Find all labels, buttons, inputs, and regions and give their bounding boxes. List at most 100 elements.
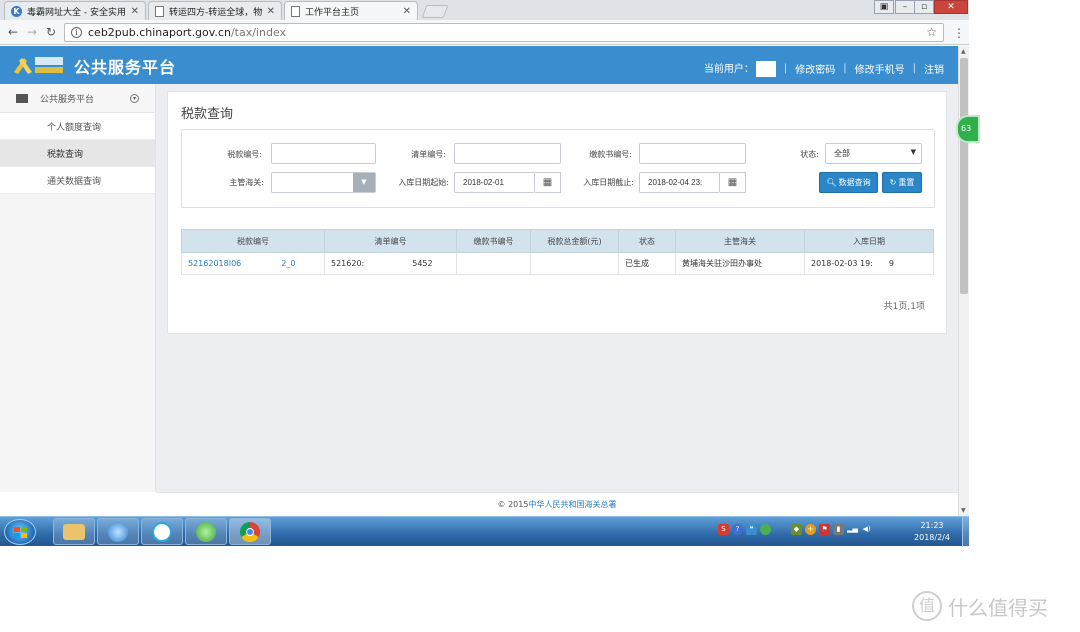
column-header[interactable]: 入库日期	[804, 229, 934, 253]
taskbar-file-explorer[interactable]	[53, 518, 95, 545]
logout-link[interactable]: 注销	[924, 61, 944, 76]
security-tray-icon[interactable]: +	[805, 524, 816, 535]
column-header[interactable]: 主管海关	[675, 229, 805, 253]
search-icon: 🔍︎	[826, 178, 837, 187]
browser-tab-1[interactable]: K 毒霸网址大全 - 安全实用 ✕	[4, 1, 146, 20]
sidebar-item-personal-quota[interactable]: 个人额度查询	[0, 113, 155, 140]
reset-button[interactable]: ↻ 重置	[882, 172, 922, 193]
clock-date: 2018/2/4	[914, 533, 950, 542]
taskbar-cloud-app[interactable]	[141, 518, 183, 545]
status-select[interactable]: 全部 ▼	[825, 143, 922, 164]
floating-speed-badge[interactable]: 63	[956, 115, 980, 143]
dropdown-arrow-icon[interactable]: ▼	[353, 173, 375, 192]
tax-no-input[interactable]	[271, 143, 376, 164]
tab-close-icon[interactable]: ✕	[131, 6, 139, 17]
tax-query-panel: 税款查询 税款编号: 清单编号: 缴款书编号: 状态: 全部 ▼ 主管海关: ▼…	[167, 91, 947, 334]
taskbar-chrome[interactable]	[229, 518, 271, 545]
sidebar-section-public-service[interactable]: 公共服务平台 ▾	[0, 84, 155, 113]
column-header[interactable]: 缴款书编号	[456, 229, 531, 253]
device-tray-icon[interactable]: ▮	[833, 524, 844, 535]
url-input[interactable]: i ceb2pub.chinaport.gov.cn/tax/index ☆	[64, 23, 944, 42]
list-no-label: 清单编号:	[411, 150, 446, 159]
sidebar-item-label: 税款查询	[47, 149, 84, 160]
smzdm-watermark: 值 什么值得买	[912, 591, 1048, 621]
antivirus-tray-icon[interactable]: S	[718, 524, 729, 535]
list-no-cell: 521620: 5452	[324, 252, 457, 275]
change-password-link[interactable]: 修改密码	[795, 61, 835, 76]
start-button[interactable]	[4, 519, 36, 545]
scrollbar-thumb[interactable]	[960, 58, 968, 294]
app-tray-icon[interactable]	[760, 524, 771, 535]
customs-label: 主管海关:	[229, 178, 264, 187]
scroll-down-icon[interactable]: ▼	[961, 507, 966, 514]
status-selected-value: 全部	[834, 149, 850, 158]
list-no-input[interactable]	[454, 143, 561, 164]
windows-taskbar: S ? ❝ ◆ + ⚑ ▮ ▂▄ ◀) 21:23 2018/2/4	[0, 516, 969, 547]
back-icon[interactable]: ←	[8, 25, 18, 39]
shield-tray-icon[interactable]: ◆	[791, 524, 802, 535]
column-header[interactable]: 清单编号	[324, 229, 457, 253]
scroll-up-icon[interactable]: ▲	[961, 48, 966, 55]
address-bar: ← → ↻ i ceb2pub.chinaport.gov.cn/tax/ind…	[0, 20, 969, 45]
show-desktop-button[interactable]	[962, 517, 969, 547]
status-label: 状态:	[800, 150, 819, 159]
payment-no-label: 缴款书编号:	[589, 150, 632, 159]
windows-logo-icon	[14, 527, 27, 538]
copyright-text: © 2015	[497, 500, 529, 509]
window-close-button[interactable]: ✕	[934, 0, 968, 14]
date-cell: 2018-02-03 19: 9	[804, 252, 934, 275]
volume-icon[interactable]: ◀)	[861, 524, 872, 535]
date-to-input[interactable]	[639, 172, 720, 193]
customs-select[interactable]: ▼	[271, 172, 376, 193]
url-host: ceb2pub.chinaport.gov.cn	[88, 26, 231, 39]
system-clock[interactable]: 21:23 2018/2/4	[908, 520, 956, 544]
search-form: 税款编号: 清单编号: 缴款书编号: 状态: 全部 ▼ 主管海关: ▼ 入库日期…	[181, 129, 935, 208]
page-title: 税款查询	[181, 107, 234, 122]
column-header[interactable]: 状态	[618, 229, 676, 253]
refresh-icon: ↻	[889, 178, 897, 187]
minimize-button[interactable]: –	[895, 0, 915, 14]
current-user-label: 当前用户：	[704, 60, 776, 77]
bookmark-star-icon[interactable]: ☆	[926, 25, 937, 39]
reload-icon[interactable]: ↻	[46, 25, 56, 39]
payment-no-input[interactable]	[639, 143, 746, 164]
payment-no-cell	[456, 252, 531, 275]
sidebar-item-customs-data[interactable]: 通关数据查询	[0, 167, 155, 194]
main-content: 税款查询 税款编号: 清单编号: 缴款书编号: 状态: 全部 ▼ 主管海关: ▼…	[156, 84, 958, 492]
search-button[interactable]: 🔍︎ 数据查询	[819, 172, 878, 193]
customs-org-link[interactable]: 中华人民共和国海关总署	[528, 500, 616, 509]
browser-menu-icon[interactable]: ⋮	[953, 26, 965, 40]
taskbar-green-app[interactable]	[185, 518, 227, 545]
flag-tray-icon[interactable]: ⚑	[819, 524, 830, 535]
sidebar-item-tax-query[interactable]: 税款查询	[0, 140, 155, 167]
date-from-label: 入库日期起始:	[398, 178, 449, 187]
page-favicon-icon	[291, 5, 300, 17]
calendar-icon[interactable]: ▦	[535, 172, 561, 193]
table-header-row: 税款编号 清单编号 缴款书编号 税款总金额(元) 状态 主管海关 入库日期	[181, 229, 934, 253]
maximize-button[interactable]: ▫	[914, 0, 934, 14]
calendar-icon[interactable]: ▦	[720, 172, 746, 193]
status-cell: 已生成	[618, 252, 676, 275]
network-signal-icon[interactable]: ▂▄	[847, 524, 858, 535]
date-to-label: 入库日期截止:	[583, 178, 634, 187]
globe-icon	[108, 521, 128, 542]
info-icon[interactable]: i	[71, 27, 82, 38]
taskbar-internet-explorer[interactable]	[97, 518, 139, 545]
column-header[interactable]: 税款总金额(元)	[530, 229, 619, 253]
tax-results-table: 税款编号 清单编号 缴款书编号 税款总金额(元) 状态 主管海关 入库日期 52…	[181, 229, 934, 275]
forward-icon[interactable]: →	[27, 25, 37, 39]
tab-close-icon[interactable]: ✕	[403, 6, 411, 17]
date-from-input[interactable]	[454, 172, 535, 193]
sidebar-item-label: 个人额度查询	[47, 122, 102, 133]
profile-button[interactable]: ▣	[874, 0, 894, 14]
chat-tray-icon[interactable]: ❝	[746, 524, 757, 535]
browser-tab-2[interactable]: 转运四方-转运全球，物流 ✕	[148, 1, 282, 20]
change-phone-link[interactable]: 修改手机号	[855, 61, 905, 76]
tab-close-icon[interactable]: ✕	[267, 6, 275, 17]
browser-tab-3[interactable]: 工作平台主页 ✕	[284, 1, 418, 20]
column-header[interactable]: 税款编号	[181, 229, 325, 253]
new-tab-button[interactable]	[421, 5, 449, 18]
tax-no-link[interactable]: 52162018I06 2_0	[181, 252, 325, 275]
help-tray-icon[interactable]: ?	[732, 524, 743, 535]
chevron-down-icon[interactable]: ▾	[130, 93, 139, 103]
